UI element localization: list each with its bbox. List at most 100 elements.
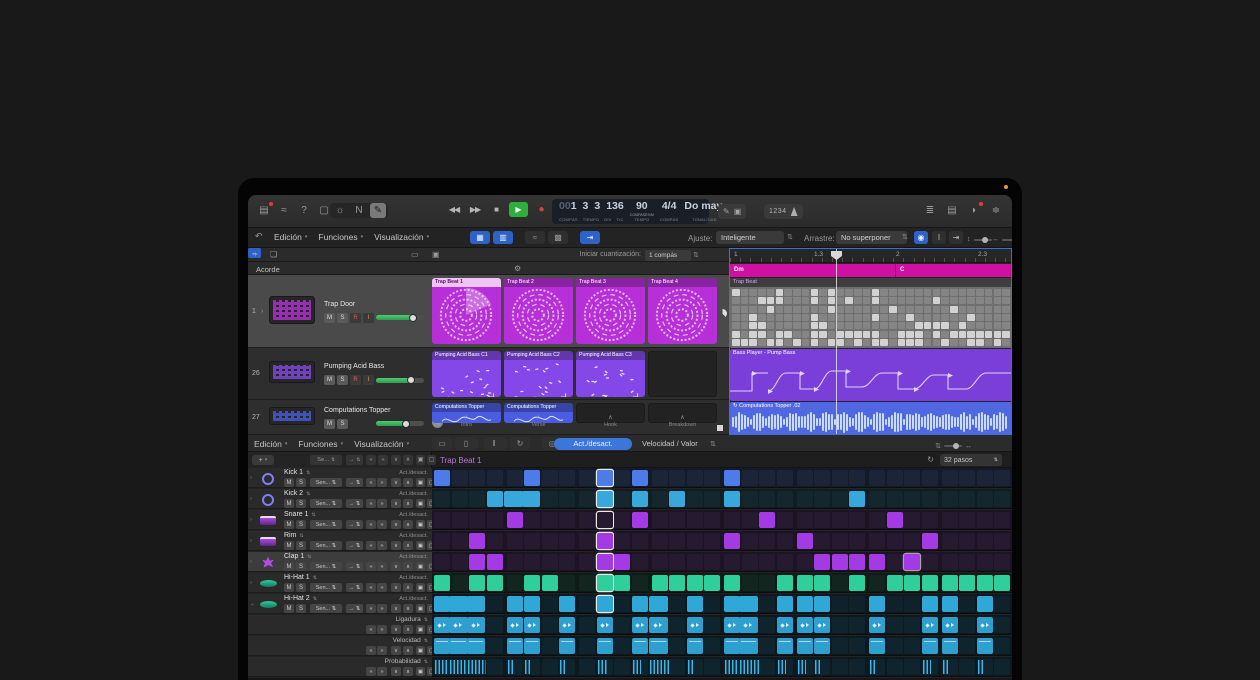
step-cell[interactable]: [832, 533, 848, 549]
step-cell[interactable]: [759, 638, 775, 654]
row-solo-button[interactable]: S: [296, 478, 306, 487]
step-cell[interactable]: [669, 533, 685, 549]
tracks-view-icon[interactable]: ▥: [493, 231, 513, 244]
step-cell[interactable]: [632, 533, 648, 549]
step-cell[interactable]: [669, 554, 685, 570]
step-cell[interactable]: [887, 617, 903, 633]
row-increment-icon[interactable]: ∧: [403, 604, 413, 613]
step-cell[interactable]: [849, 470, 865, 486]
step-cell[interactable]: [849, 596, 865, 612]
step-cell[interactable]: [487, 575, 503, 591]
step-cell[interactable]: [507, 596, 523, 612]
step-cell[interactable]: [832, 554, 848, 570]
step-cell[interactable]: [542, 512, 558, 528]
stepper-icon[interactable]: ⇅: [306, 470, 310, 476]
track-record-enable-button[interactable]: R: [350, 375, 361, 385]
disclosure-icon[interactable]: ›: [250, 580, 252, 586]
step-cell[interactable]: [614, 533, 630, 549]
step-cell[interactable]: [542, 533, 558, 549]
stop-button[interactable]: ■: [488, 202, 504, 217]
step-cell[interactable]: [887, 596, 903, 612]
step-cell[interactable]: [832, 659, 848, 675]
row-fill-icon[interactable]: ▣: [416, 562, 425, 571]
step-cell[interactable]: [942, 491, 958, 507]
row-increment-icon[interactable]: ∧: [403, 541, 413, 550]
row-solo-button[interactable]: S: [296, 520, 306, 529]
row-increment-icon[interactable]: ∧: [403, 667, 413, 676]
volume-slider[interactable]: [376, 378, 424, 383]
step-cell[interactable]: [669, 617, 685, 633]
drag-stepper-icon[interactable]: ⇅: [902, 233, 908, 241]
step-cell[interactable]: [849, 512, 865, 528]
row-rotate-right-icon[interactable]: »: [377, 667, 387, 676]
row-fill-icon[interactable]: ▣: [416, 499, 425, 508]
step-cell[interactable]: [614, 575, 630, 591]
row-decrement-icon[interactable]: ∨: [391, 583, 401, 592]
step-cell[interactable]: [869, 554, 885, 570]
row-fill-icon[interactable]: ▣: [416, 646, 425, 655]
count-in-icon[interactable]: N: [351, 203, 367, 218]
step-cell[interactable]: [814, 554, 830, 570]
menu-funciones[interactable]: Funciones▾: [318, 232, 363, 242]
step-cell[interactable]: [524, 470, 540, 486]
step-cell[interactable]: [652, 554, 668, 570]
legend-fill-icon[interactable]: ▣: [416, 455, 425, 465]
legend-increment-icon[interactable]: ∧: [403, 455, 413, 465]
step-cell[interactable]: [797, 638, 813, 654]
row-rotate-right-icon[interactable]: »: [377, 604, 387, 613]
patch-icon[interactable]: ▣: [734, 207, 742, 216]
metronome-icon[interactable]: [791, 207, 798, 216]
step-cell[interactable]: [994, 638, 1010, 654]
step-cell[interactable]: [632, 617, 648, 633]
loop-cell-pumping-acid-bass-c1[interactable]: Pumping Acid Bass C1: [432, 351, 501, 397]
row-rotate-left-icon[interactable]: «: [366, 646, 376, 655]
row-playmode-select[interactable]: → ⇅: [346, 541, 363, 550]
step-cell[interactable]: [814, 512, 830, 528]
step-cell[interactable]: [869, 638, 885, 654]
step-cell[interactable]: [487, 659, 503, 675]
row-rotate-right-icon[interactable]: »: [377, 646, 387, 655]
row-rotate-left-icon[interactable]: «: [366, 625, 376, 634]
step-cell[interactable]: [797, 554, 813, 570]
step-cell[interactable]: [977, 533, 993, 549]
step-cell[interactable]: [959, 617, 975, 633]
step-cell[interactable]: [849, 554, 865, 570]
step-cell[interactable]: [469, 491, 485, 507]
step-cell[interactable]: [469, 470, 485, 486]
step-cell[interactable]: [959, 491, 975, 507]
step-cell[interactable]: [542, 659, 558, 675]
step-cell[interactable]: [759, 575, 775, 591]
step-cell[interactable]: [814, 491, 830, 507]
step-cell[interactable]: [832, 638, 848, 654]
step-count-select[interactable]: 32 pasos⇅: [940, 454, 1002, 466]
pencil-icon[interactable]: ✎: [723, 207, 730, 216]
step-cell[interactable]: [507, 533, 523, 549]
autoscroll-icon[interactable]: ⇥: [949, 231, 963, 244]
step-cell[interactable]: [669, 659, 685, 675]
duplicate-icon[interactable]: ❏: [270, 250, 277, 259]
step-cell[interactable]: [869, 491, 885, 507]
step-cell[interactable]: [904, 617, 920, 633]
stepper-icon[interactable]: ⇅: [299, 533, 303, 539]
step-cell[interactable]: [542, 617, 558, 633]
row-fill-icon[interactable]: ▣: [416, 541, 425, 550]
step-cell[interactable]: [922, 617, 938, 633]
disclosure-icon[interactable]: ⌄: [250, 601, 255, 607]
step-cell[interactable]: [904, 554, 920, 570]
step-cell[interactable]: [777, 638, 793, 654]
track-input-monitor-button[interactable]: I: [363, 375, 374, 385]
scene-trigger-breakdown[interactable]: ∧Breakdown: [648, 415, 717, 433]
step-cell[interactable]: [797, 491, 813, 507]
step-cell[interactable]: [524, 554, 540, 570]
scene-trigger-verse[interactable]: ∧Verse: [504, 415, 573, 433]
step-cell[interactable]: [434, 659, 450, 675]
row-increment-icon[interactable]: ∧: [403, 478, 413, 487]
step-cell[interactable]: [724, 575, 740, 591]
row-rotate-left-icon[interactable]: «: [366, 520, 376, 529]
disclosure-icon[interactable]: ›: [250, 559, 252, 565]
step-cell[interactable]: [742, 512, 758, 528]
step-cell[interactable]: [994, 596, 1010, 612]
step-cell[interactable]: [887, 638, 903, 654]
stepper-icon[interactable]: ⇅: [424, 659, 428, 665]
gear-icon[interactable]: ⚙: [514, 264, 521, 273]
